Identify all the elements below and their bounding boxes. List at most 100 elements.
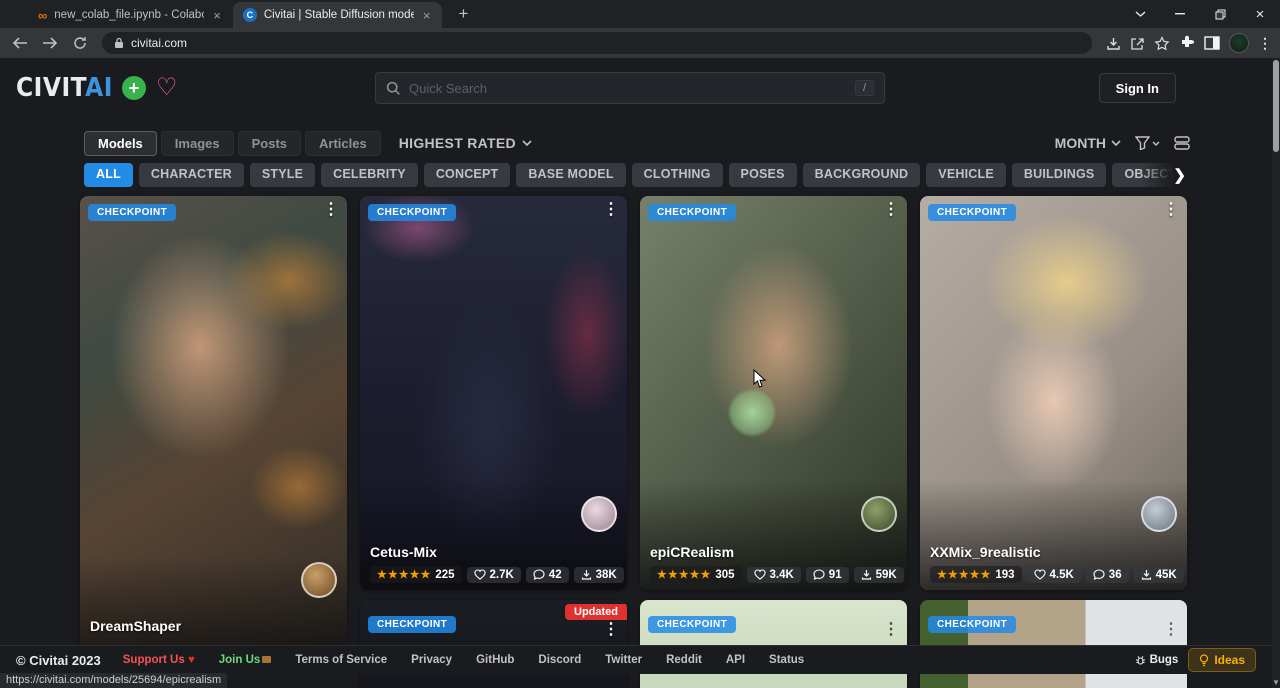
footer-link-status[interactable]: Status [769,654,804,666]
layout-toggle-button[interactable] [1174,136,1190,150]
footer-link-join-us[interactable]: Join Us [219,654,272,666]
browser-tab-civitai[interactable]: C Civitai | Stable Diffusion models, × [233,2,443,28]
category-background[interactable]: BACKGROUND [803,163,921,187]
card-menu-kebab-icon[interactable]: ⋮ [603,622,619,638]
footer-link-privacy[interactable]: Privacy [411,654,452,666]
minimize-button[interactable] [1160,0,1200,28]
download-icon[interactable] [1106,36,1121,51]
comments-pill[interactable]: 91 [806,567,849,583]
bookmark-star-icon[interactable] [1154,36,1170,51]
creator-avatar[interactable] [1141,496,1177,532]
tab-images[interactable]: Images [161,131,234,156]
reload-button-icon[interactable] [68,31,92,55]
card-menu-kebab-icon[interactable]: ⋮ [883,622,899,638]
extensions-puzzle-icon[interactable] [1179,35,1195,51]
creator-avatar[interactable] [301,562,337,598]
category-concept[interactable]: CONCEPT [424,163,511,187]
heart-icon [474,569,486,580]
model-card-xxmix-9realistic[interactable]: CHECKPOINT ⋮ XXMix_9realistic ★★★★★193 4… [920,196,1187,590]
tab-search-chevron-icon[interactable] [1120,0,1160,28]
footer-link-reddit[interactable]: Reddit [666,654,702,666]
lock-icon [114,37,124,49]
tab-articles[interactable]: Articles [305,131,381,156]
close-window-button[interactable]: × [1240,0,1280,28]
civitai-logo[interactable]: CIVITAI [16,73,113,103]
category-celebrity[interactable]: CELEBRITY [321,163,418,187]
likes-pill[interactable]: 4.5K [1027,567,1081,583]
comments-pill[interactable]: 36 [1086,567,1129,583]
comment-icon [533,569,545,580]
rating-pill[interactable]: ★★★★★305 [650,566,742,583]
card-menu-kebab-icon[interactable]: ⋮ [1163,202,1179,218]
model-card-cetus-mix[interactable]: CHECKPOINT ⋮ Cetus-Mix ★★★★★225 2.7K 42 … [360,196,627,590]
scrollbar-thumb[interactable] [1273,60,1279,152]
downloads-pill[interactable]: 45K [1134,567,1184,583]
sort-dropdown[interactable]: HIGHEST RATED [399,135,532,151]
toolbar-icons: ⋮ [1106,33,1272,53]
search-bar[interactable]: / [375,72,885,104]
bugs-button[interactable]: Bugs [1135,654,1179,666]
tab-strip: ∞ new_colab_file.ipynb - Colaborat × C C… [0,0,1280,28]
category-scroll-right[interactable]: ❯ [1140,160,1188,190]
category-base-model[interactable]: BASE MODEL [516,163,625,187]
support-heart-icon[interactable]: ♡ [156,76,178,100]
browser-tab-colab[interactable]: ∞ new_colab_file.ipynb - Colaborat × [28,2,233,28]
search-input[interactable] [409,81,855,96]
category-buildings[interactable]: BUILDINGS [1012,163,1107,187]
card-menu-kebab-icon[interactable]: ⋮ [323,202,339,218]
tab-posts[interactable]: Posts [238,131,301,156]
footer-link-support-us[interactable]: Support Us ♥ [123,654,195,666]
restore-button[interactable] [1200,0,1240,28]
comment-icon [1093,569,1105,580]
model-title: Cetus-Mix [370,544,437,560]
model-card-partial-3[interactable]: CHECKPOINT ⋮ [920,600,1187,688]
category-all[interactable]: ALL [84,163,133,187]
chevron-right-icon: ❯ [1173,166,1186,184]
side-panel-icon[interactable] [1204,36,1220,50]
likes-pill[interactable]: 2.7K [467,567,521,583]
downloads-pill[interactable]: 59K [854,567,904,583]
browser-menu-kebab-icon[interactable]: ⋮ [1258,35,1272,52]
page-scrollbar[interactable]: ▼ [1272,58,1280,688]
filter-dropdown[interactable] [1135,136,1160,150]
rating-pill[interactable]: ★★★★★225 [370,566,462,583]
tab-models[interactable]: Models [84,131,157,156]
category-poses[interactable]: POSES [729,163,797,187]
category-vehicle[interactable]: VEHICLE [926,163,1006,187]
likes-pill[interactable]: 3.4K [747,567,801,583]
card-menu-kebab-icon[interactable]: ⋮ [1163,622,1179,638]
model-card-dreamshaper[interactable]: CHECKPOINT ⋮ DreamShaper [80,196,347,666]
create-plus-button[interactable]: + [122,76,146,100]
category-character[interactable]: CHARACTER [139,163,244,187]
card-menu-kebab-icon[interactable]: ⋮ [603,202,619,218]
profile-avatar[interactable] [1229,33,1249,53]
downloads-pill[interactable]: 38K [574,567,624,583]
model-title: DreamShaper [90,618,181,634]
forward-button-icon[interactable] [38,31,62,55]
creator-avatar[interactable] [581,496,617,532]
category-clothing[interactable]: CLOTHING [632,163,723,187]
card-menu-kebab-icon[interactable]: ⋮ [883,202,899,218]
back-button-icon[interactable] [8,31,32,55]
footer-link-twitter[interactable]: Twitter [605,654,642,666]
category-style[interactable]: STYLE [250,163,315,187]
tab-close-icon[interactable]: × [421,8,433,23]
comments-pill[interactable]: 42 [526,567,569,583]
model-card-partial-1[interactable]: Updated CHECKPOINT ⋮ [360,600,627,688]
rating-pill[interactable]: ★★★★★193 [930,566,1022,583]
footer-link-api[interactable]: API [726,654,745,666]
address-bar[interactable]: civitai.com [102,32,1092,54]
model-card-partial-2[interactable]: CHECKPOINT ⋮ [640,600,907,688]
creator-avatar[interactable] [861,496,897,532]
ideas-button[interactable]: Ideas [1188,648,1256,672]
scrollbar-down-arrow-icon[interactable]: ▼ [1272,678,1280,687]
footer-link-terms[interactable]: Terms of Service [295,654,387,666]
tab-close-icon[interactable]: × [211,8,223,23]
period-dropdown[interactable]: MONTH [1055,135,1121,151]
new-tab-button[interactable]: + [452,4,474,24]
footer-link-github[interactable]: GitHub [476,654,514,666]
footer-link-discord[interactable]: Discord [538,654,581,666]
sign-in-button[interactable]: Sign In [1099,73,1176,103]
share-icon[interactable] [1130,36,1145,51]
model-card-epicrealism[interactable]: CHECKPOINT ⋮ epiCRealism ★★★★★305 3.4K 9… [640,196,907,590]
